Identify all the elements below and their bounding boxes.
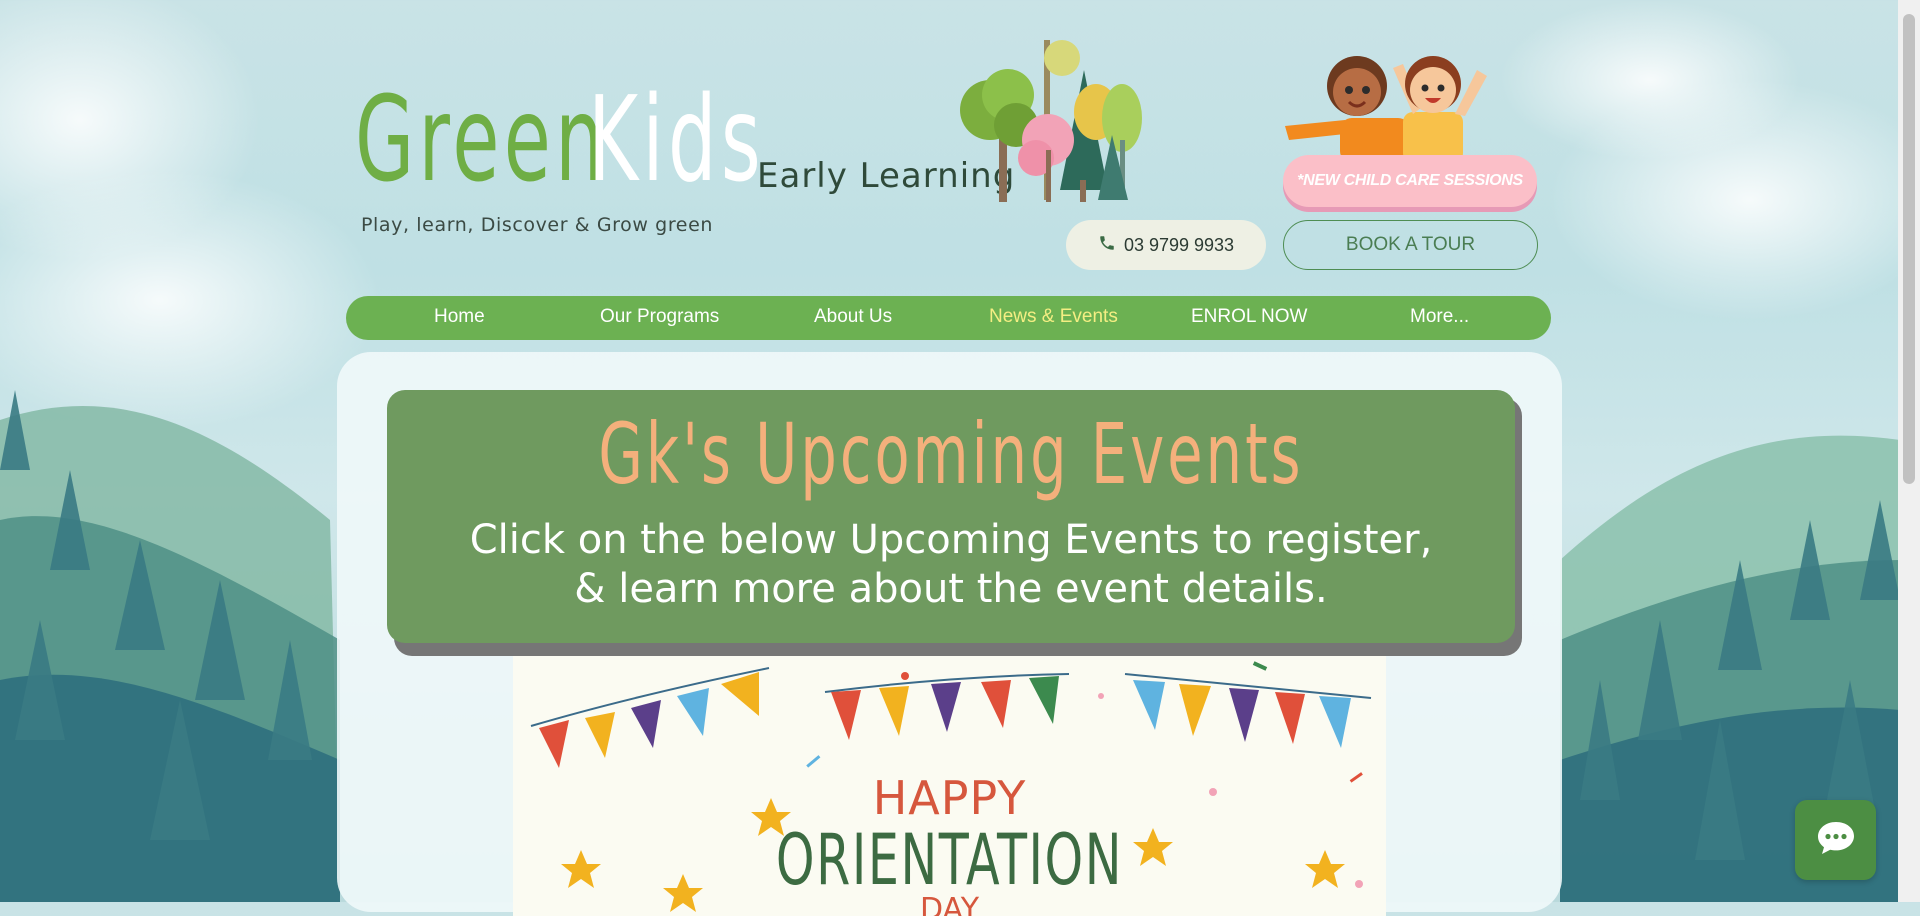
banner-subtitle-line2: & learn more about the event details. bbox=[574, 566, 1328, 612]
event-title-line3: DAY bbox=[919, 892, 980, 916]
phone-number: 03 9799 9933 bbox=[1123, 234, 1235, 255]
chat-icon bbox=[1816, 819, 1856, 862]
logo-green-text: Green bbox=[355, 70, 608, 208]
book-a-tour-button[interactable]: BOOK A TOUR bbox=[1283, 220, 1538, 270]
banner-subtitle: Click on the below Upcoming Events to re… bbox=[387, 516, 1515, 614]
event-title-line2: ORIENTATION bbox=[775, 819, 1124, 901]
event-title-line1: HAPPY bbox=[872, 771, 1027, 825]
nav-item-about-us[interactable]: About Us bbox=[814, 306, 892, 328]
nav-item-home[interactable]: Home bbox=[434, 306, 485, 328]
trees-illustration bbox=[960, 40, 1142, 202]
phone-icon bbox=[1098, 234, 1116, 257]
nav-item-more[interactable]: More... bbox=[1410, 306, 1469, 328]
scrollbar-thumb[interactable] bbox=[1903, 14, 1915, 484]
nav-item-our-programs[interactable]: Our Programs bbox=[600, 306, 719, 328]
tagline: Play, learn, Discover & Grow green bbox=[361, 214, 714, 236]
banner-subtitle-line1: Click on the below Upcoming Events to re… bbox=[469, 517, 1433, 563]
page-scrollbar[interactable] bbox=[1898, 0, 1920, 902]
logo-kids-text: Kids bbox=[588, 70, 765, 208]
kids-illustration bbox=[1285, 56, 1487, 163]
nav-item-news-events[interactable]: News & Events bbox=[989, 306, 1118, 328]
phone-button[interactable]: 03 9799 9933 bbox=[1066, 220, 1266, 270]
main-nav: Home Our Programs About Us News & Events… bbox=[346, 296, 1551, 340]
nav-item-enrol-now[interactable]: ENROL NOW bbox=[1191, 306, 1307, 328]
banner-title: Gk's Upcoming Events bbox=[598, 405, 1304, 503]
site-logo[interactable]: Green Kids bbox=[355, 70, 761, 208]
orientation-day-event-image[interactable]: HAPPY ORIENTATION DAY bbox=[513, 656, 1386, 916]
new-child-care-sessions-button[interactable]: *NEW CHILD CARE SESSIONS bbox=[1283, 155, 1537, 207]
chat-button[interactable] bbox=[1795, 800, 1876, 880]
events-banner: Gk's Upcoming Events Click on the below … bbox=[387, 390, 1515, 643]
